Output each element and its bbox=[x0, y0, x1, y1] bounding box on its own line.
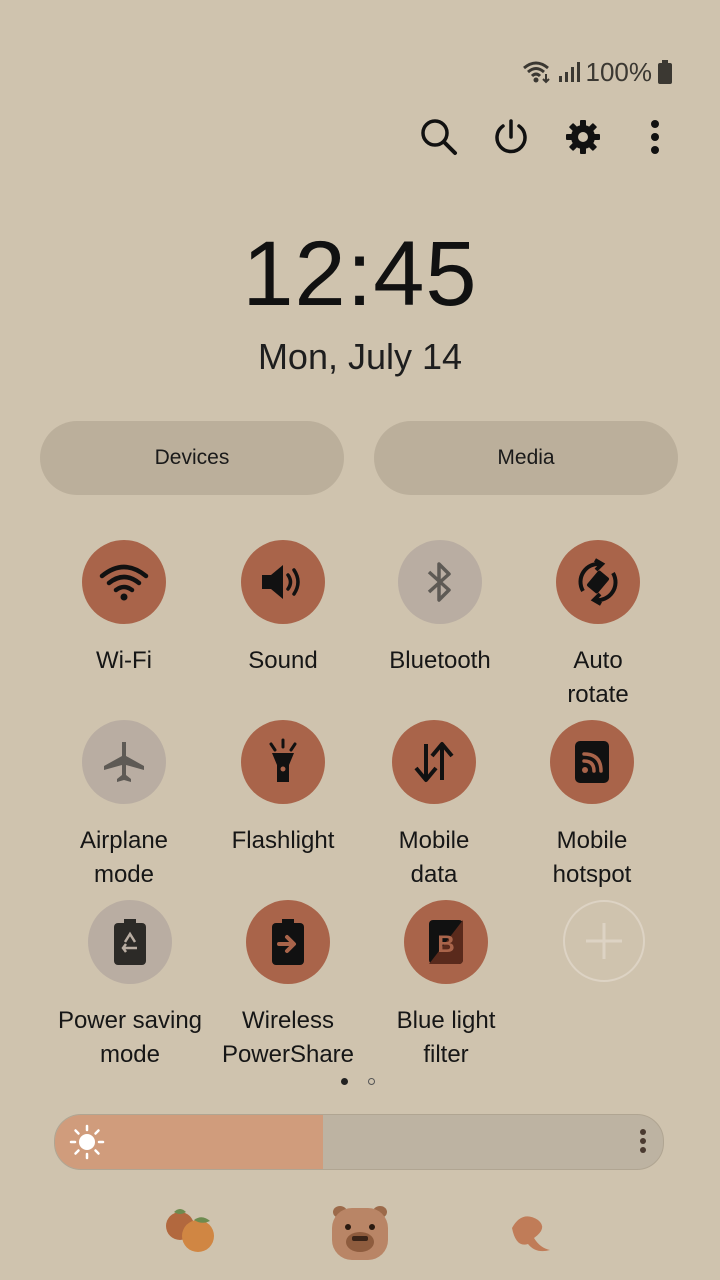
devices-label: Devices bbox=[154, 446, 230, 469]
power-saving-icon bbox=[114, 919, 146, 965]
tile-mobile-data-label: Mobile data bbox=[398, 827, 470, 888]
tile-airplane-mode-toggle[interactable] bbox=[82, 720, 166, 804]
tile-airplane-mode[interactable]: Airplane mode bbox=[49, 720, 199, 892]
tile-mobile-data-toggle[interactable] bbox=[392, 720, 476, 804]
blue-light-filter-icon: B bbox=[429, 920, 463, 964]
bluetooth-icon bbox=[427, 562, 451, 602]
battery-icon bbox=[658, 60, 672, 84]
tile-wireless-powershare-label: Wireless PowerShare bbox=[221, 1007, 355, 1068]
search-icon bbox=[421, 119, 457, 155]
hotspot-icon bbox=[575, 741, 609, 783]
tile-wifi[interactable]: Wi-Fi bbox=[49, 540, 199, 678]
add-icon bbox=[586, 923, 622, 959]
power-button[interactable] bbox=[486, 112, 536, 162]
tile-sound-toggle[interactable] bbox=[241, 540, 325, 624]
oranges-sticker bbox=[166, 1209, 214, 1252]
capybara-sticker bbox=[332, 1206, 388, 1260]
clock-date: Mon, July 14 bbox=[257, 336, 463, 377]
tile-flashlight-toggle[interactable] bbox=[241, 720, 325, 804]
airplane-icon bbox=[104, 742, 144, 782]
media-label: Media bbox=[497, 446, 555, 469]
tile-auto-rotate-toggle[interactable] bbox=[556, 540, 640, 624]
page-indicator[interactable] bbox=[341, 1078, 375, 1085]
page-dot-active[interactable] bbox=[341, 1078, 348, 1085]
page-dot-inactive[interactable] bbox=[368, 1078, 375, 1085]
clock-time: 12:45 bbox=[242, 223, 478, 325]
tile-wifi-toggle[interactable] bbox=[82, 540, 166, 624]
tile-bluetooth[interactable]: Bluetooth bbox=[365, 540, 515, 678]
top-actions bbox=[414, 112, 680, 162]
settings-button[interactable] bbox=[558, 112, 608, 162]
tile-wireless-powershare[interactable]: Wireless PowerShare bbox=[213, 900, 363, 1072]
media-button[interactable]: Media bbox=[374, 421, 678, 495]
battery-percent: 100% bbox=[585, 56, 653, 87]
add-tile-button[interactable] bbox=[563, 900, 645, 982]
settings-gear-icon bbox=[566, 120, 600, 154]
auto-rotate-icon bbox=[578, 558, 618, 606]
tile-bluetooth-label: Bluetooth bbox=[389, 647, 491, 674]
search-button[interactable] bbox=[414, 112, 464, 162]
wifi-icon bbox=[99, 564, 149, 601]
flashlight-icon bbox=[269, 738, 297, 782]
tile-flashlight[interactable]: Flashlight bbox=[208, 720, 358, 858]
status-bar: 100% bbox=[522, 56, 672, 88]
tile-blue-light-filter[interactable]: B Blue light filter bbox=[371, 900, 521, 1072]
brightness-slider[interactable] bbox=[54, 1114, 664, 1170]
tile-blue-light-filter-label: Blue light filter bbox=[396, 1007, 496, 1068]
more-vertical-icon bbox=[651, 120, 659, 154]
tile-sound[interactable]: Sound bbox=[208, 540, 358, 678]
tile-blue-light-filter-toggle[interactable]: B bbox=[404, 900, 488, 984]
tile-auto-rotate-label: Auto rotate bbox=[567, 647, 629, 708]
sound-icon bbox=[262, 565, 300, 599]
tile-auto-rotate[interactable]: Auto rotate bbox=[523, 540, 673, 712]
tile-flashlight-label: Flashlight bbox=[231, 827, 335, 854]
wireless-powershare-icon bbox=[272, 919, 304, 965]
tile-mobile-hotspot-toggle[interactable] bbox=[550, 720, 634, 804]
tile-bluetooth-toggle[interactable] bbox=[398, 540, 482, 624]
tile-power-saving-toggle[interactable] bbox=[88, 900, 172, 984]
tile-wifi-label: Wi-Fi bbox=[96, 647, 152, 674]
tile-mobile-hotspot-label: Mobile hotspot bbox=[552, 827, 632, 888]
wifi-icon bbox=[522, 61, 550, 84]
devices-button[interactable]: Devices bbox=[40, 421, 344, 495]
signal-icon bbox=[558, 62, 580, 82]
mobile-data-icon bbox=[414, 742, 454, 782]
power-icon bbox=[495, 119, 527, 154]
brightness-more-icon[interactable] bbox=[639, 1128, 647, 1154]
tile-sound-label: Sound bbox=[248, 647, 318, 674]
tile-mobile-data[interactable]: Mobile data bbox=[359, 720, 509, 892]
leaf-sticker bbox=[512, 1216, 550, 1252]
tile-power-saving-label: Power saving mode bbox=[57, 1007, 203, 1068]
svg-text:B: B bbox=[437, 931, 454, 958]
brightness-sun-icon bbox=[69, 1124, 105, 1160]
tile-airplane-mode-label: Airplane mode bbox=[79, 827, 169, 888]
tile-mobile-hotspot[interactable]: Mobile hotspot bbox=[517, 720, 667, 892]
tile-power-saving[interactable]: Power saving mode bbox=[51, 900, 209, 1072]
tile-add[interactable] bbox=[529, 900, 679, 982]
more-options-button[interactable] bbox=[630, 112, 680, 162]
tile-wireless-powershare-toggle[interactable] bbox=[246, 900, 330, 984]
